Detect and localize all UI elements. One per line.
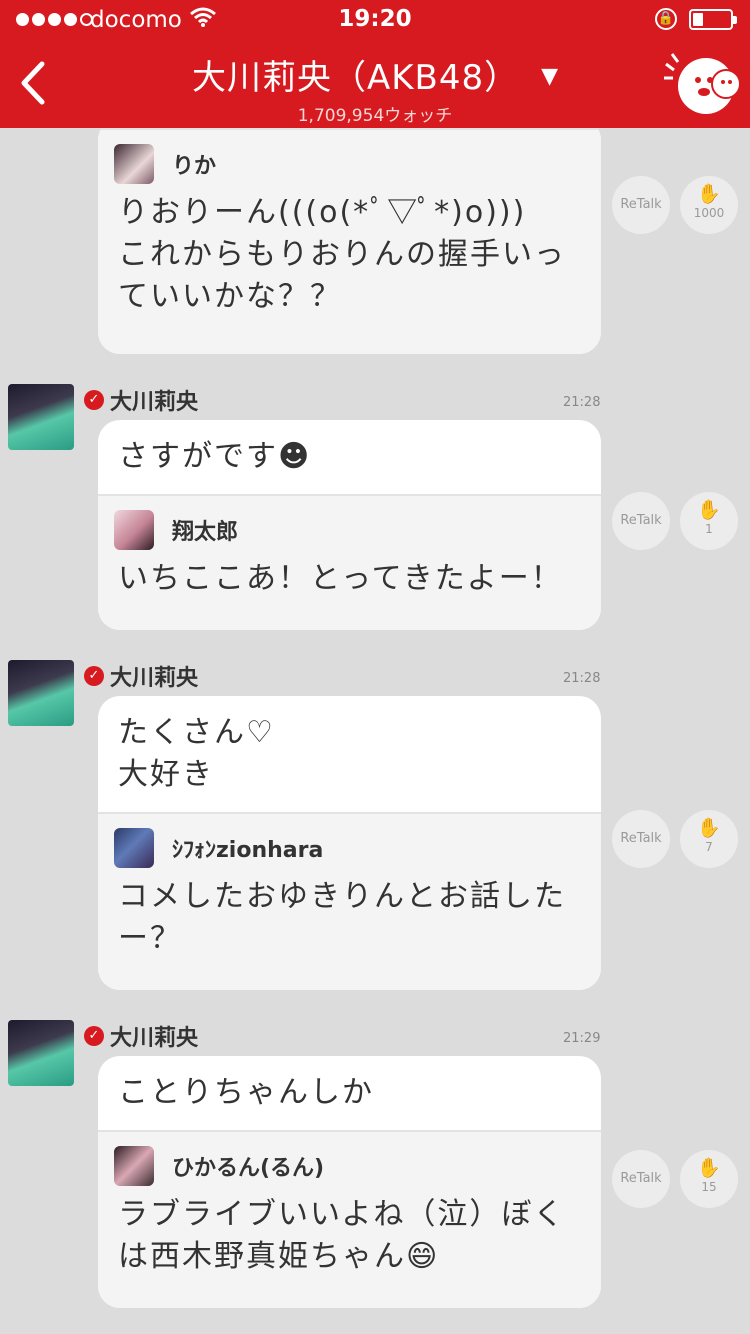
retalk-button[interactable]: ReTalk bbox=[612, 810, 670, 868]
quoted-comment: ひかるん(るん) ラブライブいいよね（泣）ぼく は西木野真姫ちゃん😄 bbox=[98, 1130, 601, 1308]
poster-name: ✓ 大川莉央 bbox=[84, 384, 198, 416]
poster-name: ✓ 大川莉央 bbox=[84, 1020, 198, 1052]
message-text: さすがです☻ bbox=[118, 439, 312, 474]
message-time: 21:28 bbox=[563, 671, 601, 686]
commenter-avatar bbox=[114, 828, 154, 868]
message-text: ことりちゃんしか bbox=[118, 1075, 374, 1110]
poster-avatar[interactable] bbox=[8, 384, 74, 450]
app-header: docomo 19:20 🔒 大川莉央（AKB48） ▼ 1,709,954ウォッ… bbox=[0, 0, 750, 128]
clap-button[interactable]: ✋ 15 bbox=[680, 1150, 738, 1208]
verified-icon: ✓ bbox=[84, 666, 104, 686]
retalk-button[interactable]: ReTalk bbox=[612, 176, 670, 234]
commenter-name: 翔太郎 bbox=[172, 520, 239, 545]
clap-icon: ✋ bbox=[697, 499, 721, 521]
watch-count: 1,709,954ウォッチ bbox=[297, 106, 453, 126]
message-bubble: ことりちゃんしか ひかるん(るん) ラブライブいいよね（泣）ぼく は西木野真姫ち… bbox=[98, 1056, 601, 1308]
clap-icon: ✋ bbox=[697, 817, 721, 839]
quoted-comment: 翔太郎 いちここあ！とってきたよー！ bbox=[98, 494, 601, 630]
message-bubble: さすがです☻ 翔太郎 いちここあ！とってきたよー！ bbox=[98, 420, 601, 630]
message-bubble: りか りおりーん(((o(*ﾟ▽ﾟ*)o))) これからもりおりんの握手いっ て… bbox=[98, 128, 601, 354]
room-title-area[interactable]: 大川莉央（AKB48） ▼ 1,709,954ウォッチ bbox=[0, 50, 750, 126]
dropdown-caret-icon: ▼ bbox=[541, 64, 559, 89]
battery-icon bbox=[689, 9, 737, 30]
comment-text: ラブライブいいよね（泣）ぼく は西木野真姫ちゃん😄 bbox=[118, 1197, 566, 1274]
commenter-avatar bbox=[114, 144, 154, 184]
mascot-icon[interactable] bbox=[662, 50, 742, 120]
poster-avatar[interactable] bbox=[8, 660, 74, 726]
clap-button[interactable]: ✋ 1 bbox=[680, 492, 738, 550]
clap-count: 7 bbox=[705, 840, 713, 854]
commenter-name: ｼﾌｫﾝzionhara bbox=[172, 838, 324, 863]
clap-icon: ✋ bbox=[697, 183, 721, 205]
poster-avatar[interactable] bbox=[8, 1020, 74, 1086]
quoted-comment: ｼﾌｫﾝzionhara コメしたおゆきりんとお話した ー？ bbox=[98, 812, 601, 990]
clap-count: 1 bbox=[705, 522, 713, 536]
verified-icon: ✓ bbox=[84, 390, 104, 410]
clap-button[interactable]: ✋ 7 bbox=[680, 810, 738, 868]
commenter-name: ひかるん(るん) bbox=[172, 1156, 325, 1181]
quoted-comment: りか りおりーん(((o(*ﾟ▽ﾟ*)o))) これからもりおりんの握手いっ て… bbox=[98, 128, 601, 354]
clap-icon: ✋ bbox=[697, 1157, 721, 1179]
commenter-avatar bbox=[114, 510, 154, 550]
commenter-name: りか bbox=[172, 154, 217, 179]
comment-text: りおりーん(((o(*ﾟ▽ﾟ*)o))) これからもりおりんの握手いっ ていいか… bbox=[118, 195, 566, 314]
retalk-button[interactable]: ReTalk bbox=[612, 492, 670, 550]
clap-count: 15 bbox=[701, 1180, 717, 1194]
message-text: たくさん♡ 大好き bbox=[118, 715, 275, 792]
verified-icon: ✓ bbox=[84, 1026, 104, 1046]
commenter-avatar bbox=[114, 1146, 154, 1186]
message-time: 21:29 bbox=[563, 1031, 601, 1046]
room-title: 大川莉央（AKB48） bbox=[191, 58, 520, 98]
clap-count: 1000 bbox=[693, 206, 725, 220]
message-bubble: たくさん♡ 大好き ｼﾌｫﾝzionhara コメしたおゆきりんとお話した ー？ bbox=[98, 696, 601, 990]
message-time: 21:28 bbox=[563, 395, 601, 410]
comment-text: いちここあ！とってきたよー！ bbox=[118, 561, 563, 596]
chat-timeline[interactable]: りか りおりーん(((o(*ﾟ▽ﾟ*)o))) これからもりおりんの握手いっ て… bbox=[0, 128, 750, 1334]
status-bar: docomo 19:20 🔒 bbox=[0, 0, 750, 40]
retalk-button[interactable]: ReTalk bbox=[612, 1150, 670, 1208]
clock: 19:20 bbox=[338, 6, 412, 32]
poster-name: ✓ 大川莉央 bbox=[84, 660, 198, 692]
comment-text: コメしたおゆきりんとお話した ー？ bbox=[118, 879, 566, 956]
clap-button[interactable]: ✋ 1000 bbox=[680, 176, 738, 234]
rotation-lock-icon: 🔒 bbox=[655, 8, 677, 30]
